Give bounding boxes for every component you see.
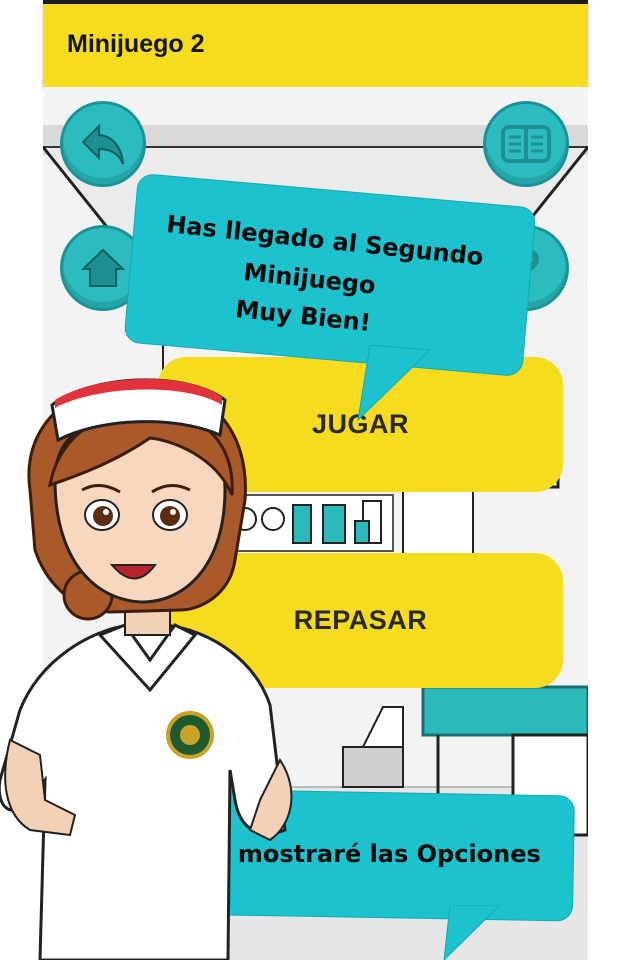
back-button[interactable]: [60, 101, 146, 187]
nurse-character: [0, 378, 293, 960]
home-icon: [80, 248, 126, 287]
speech-bubble-bottom-tail: [443, 905, 501, 960]
review-button-label: REPASAR: [293, 605, 428, 635]
page-title: Minijuego 2: [67, 30, 205, 58]
speech-bubble-top-tail: [357, 345, 432, 422]
back-arrow-icon: [81, 123, 124, 165]
guide-button[interactable]: [483, 101, 569, 187]
book-icon: [501, 125, 551, 163]
app-bar: Minijuego 2: [43, 4, 588, 87]
